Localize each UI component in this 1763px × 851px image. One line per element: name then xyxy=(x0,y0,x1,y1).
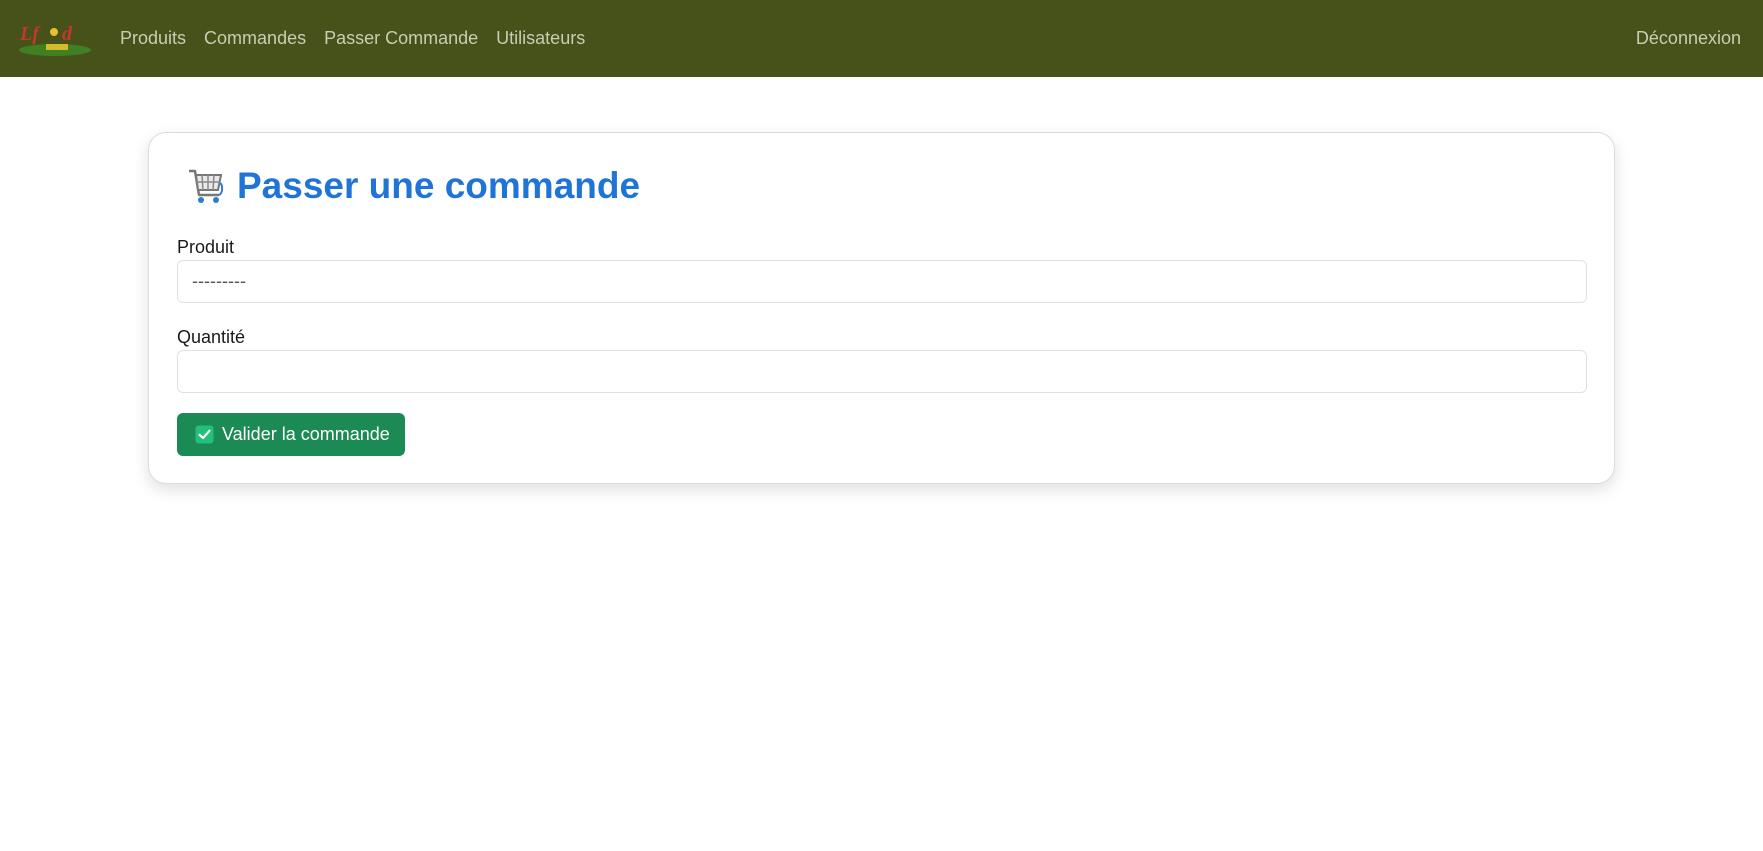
nav-link-passer-commande[interactable]: Passer Commande xyxy=(315,28,487,49)
quantity-label: Quantité xyxy=(177,327,246,347)
quantity-input[interactable] xyxy=(177,350,1587,393)
product-select-value: --------- xyxy=(192,271,246,291)
form-title: Passer une commande xyxy=(237,165,641,206)
page-title: Passer une commande xyxy=(183,163,640,209)
nav-link-utilisateurs[interactable]: Utilisateurs xyxy=(487,28,594,49)
product-label: Produit xyxy=(177,237,235,257)
product-select[interactable]: --------- xyxy=(177,260,1587,303)
submit-order-button[interactable]: Valider la commande xyxy=(177,413,405,456)
shopping-cart-icon xyxy=(189,169,224,203)
check-square-icon xyxy=(195,425,214,444)
nav-link-commandes[interactable]: Commandes xyxy=(195,28,315,49)
navbar: Lf d Produits Commandes Passer Commande … xyxy=(0,0,1763,77)
logo-icon[interactable]: Lf d xyxy=(16,16,94,60)
submit-order-label: Valider la commande xyxy=(222,424,390,444)
nav-links: Produits Commandes Passer Commande Utili… xyxy=(111,0,594,77)
svg-text:Lf: Lf xyxy=(19,23,41,45)
nav-link-produits[interactable]: Produits xyxy=(111,28,195,49)
order-form-card: Passer une commande Produit --------- Qu… xyxy=(148,132,1615,484)
svg-text:d: d xyxy=(62,23,73,45)
logout-link[interactable]: Déconnexion xyxy=(1636,0,1741,77)
